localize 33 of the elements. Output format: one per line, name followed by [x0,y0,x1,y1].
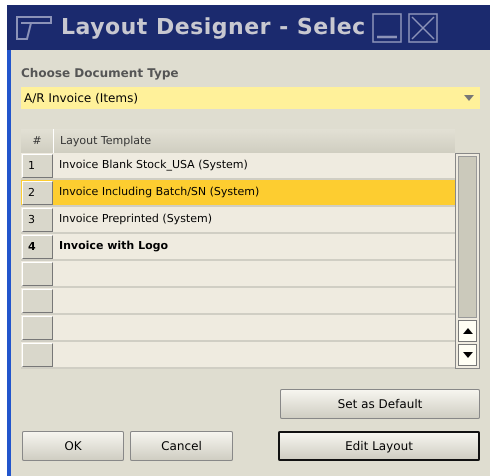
scroll-thumb[interactable] [458,156,477,318]
row-header[interactable] [22,289,53,313]
field-label: Choose Document Type [21,65,180,82]
row-header[interactable] [22,343,53,367]
table-row[interactable]: 1 Invoice Blank Stock_USA (System) [21,153,456,180]
row-header[interactable] [22,262,53,286]
table-row[interactable]: 4 Invoice with Logo [21,234,456,261]
table-cell[interactable]: Invoice Blank Stock_USA (System) [55,153,456,178]
row-header[interactable]: 4 [22,235,53,259]
up-arrow-icon [462,328,473,334]
column-header: Layout Template [59,132,152,149]
table-row[interactable]: 3 Invoice Preprinted (System) [21,207,456,234]
edit-layout-button[interactable]: Edit Layout [278,431,480,461]
row-header[interactable] [22,316,53,340]
set-as-default-button[interactable]: Set as Default [280,389,480,419]
table-cell[interactable]: Invoice Preprinted (System) [55,207,456,232]
down-arrow-icon [462,352,473,358]
row-header[interactable]: 3 [22,208,53,232]
table-cell[interactable]: Invoice Including Batch/SN (System) [55,180,456,205]
close-button[interactable] [408,12,438,42]
document-type-dropdown[interactable]: A/R Invoice (Items) [21,87,480,109]
table-row[interactable]: 2 Invoice Including Batch/SN (System) [21,180,456,207]
scrollbar[interactable] [455,153,480,369]
row-header[interactable]: 2 [22,181,53,205]
dropdown-arrow-icon [464,95,474,101]
scroll-down-button[interactable] [458,344,477,366]
table-cell[interactable]: Invoice with Logo [55,234,456,259]
window-title: Layout Designer - Selec [61,14,366,42]
row-header[interactable]: 1 [22,154,53,178]
ok-button[interactable]: OK [22,431,124,461]
minimize-button[interactable] [372,12,402,42]
scroll-up-button[interactable] [458,320,477,342]
cancel-button[interactable]: Cancel [130,431,233,461]
